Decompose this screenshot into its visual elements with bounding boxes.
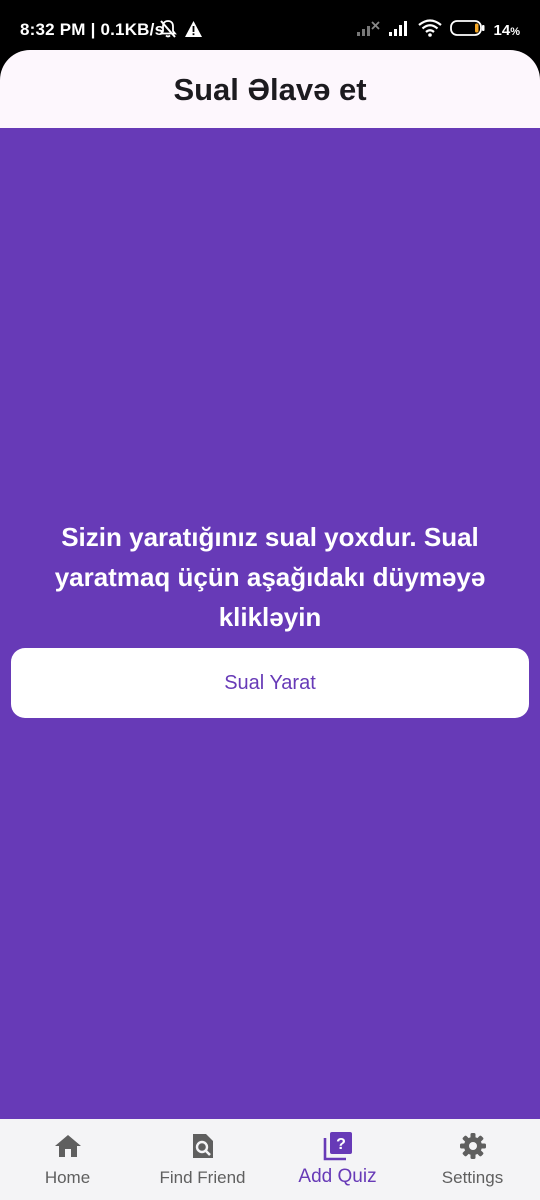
signal-x-icon — [356, 20, 380, 41]
status-system-icons: 14% — [356, 19, 520, 42]
nav-label-home: Home — [44, 1168, 91, 1187]
nav-label-add-quiz: Add Quiz — [298, 1166, 377, 1187]
add-quiz-icon: ? — [323, 1131, 353, 1161]
app-bar: Sual Əlavə et — [0, 50, 540, 128]
page-title: Sual Əlavə et — [173, 72, 367, 107]
nav-item-find-friend[interactable]: Find Friend — [135, 1119, 270, 1200]
warning-icon — [184, 20, 203, 43]
find-friend-icon — [188, 1131, 218, 1161]
nav-label-find-friend: Find Friend — [159, 1168, 246, 1187]
battery-percentage: 14 — [493, 22, 511, 39]
nav-item-settings[interactable]: Settings — [405, 1119, 540, 1200]
battery-level: 14% — [494, 22, 520, 39]
status-time: 8:32 PM | 0.1KB/s — [20, 20, 165, 39]
empty-state-message: Sizin yaratığınız sual yoxdur. Sual yara… — [54, 522, 486, 632]
status-notification-icons — [158, 19, 203, 44]
nav-label-settings: Settings — [441, 1168, 504, 1187]
svg-text:?: ? — [336, 1136, 346, 1153]
home-icon — [53, 1131, 83, 1161]
nav-item-add-quiz[interactable]: ? Add Quiz — [270, 1119, 405, 1200]
battery-icon — [449, 19, 486, 42]
muted-bell-icon — [158, 19, 178, 44]
settings-icon — [458, 1131, 488, 1161]
status-clock: 8:32 PM — [20, 20, 86, 39]
main-content: Sizin yaratığınız sual yoxdur. Sual yara… — [0, 128, 540, 1119]
battery-unit: % — [510, 26, 520, 38]
network-speed: 0.1KB/s — [100, 20, 165, 39]
wifi-icon — [417, 19, 442, 42]
bottom-navigation: Home Find Friend ? Add Quiz Settings — [0, 1119, 540, 1200]
create-question-button[interactable]: Sual Yarat — [11, 648, 529, 718]
signal-icon — [388, 20, 410, 41]
nav-item-home[interactable]: Home — [0, 1119, 135, 1200]
